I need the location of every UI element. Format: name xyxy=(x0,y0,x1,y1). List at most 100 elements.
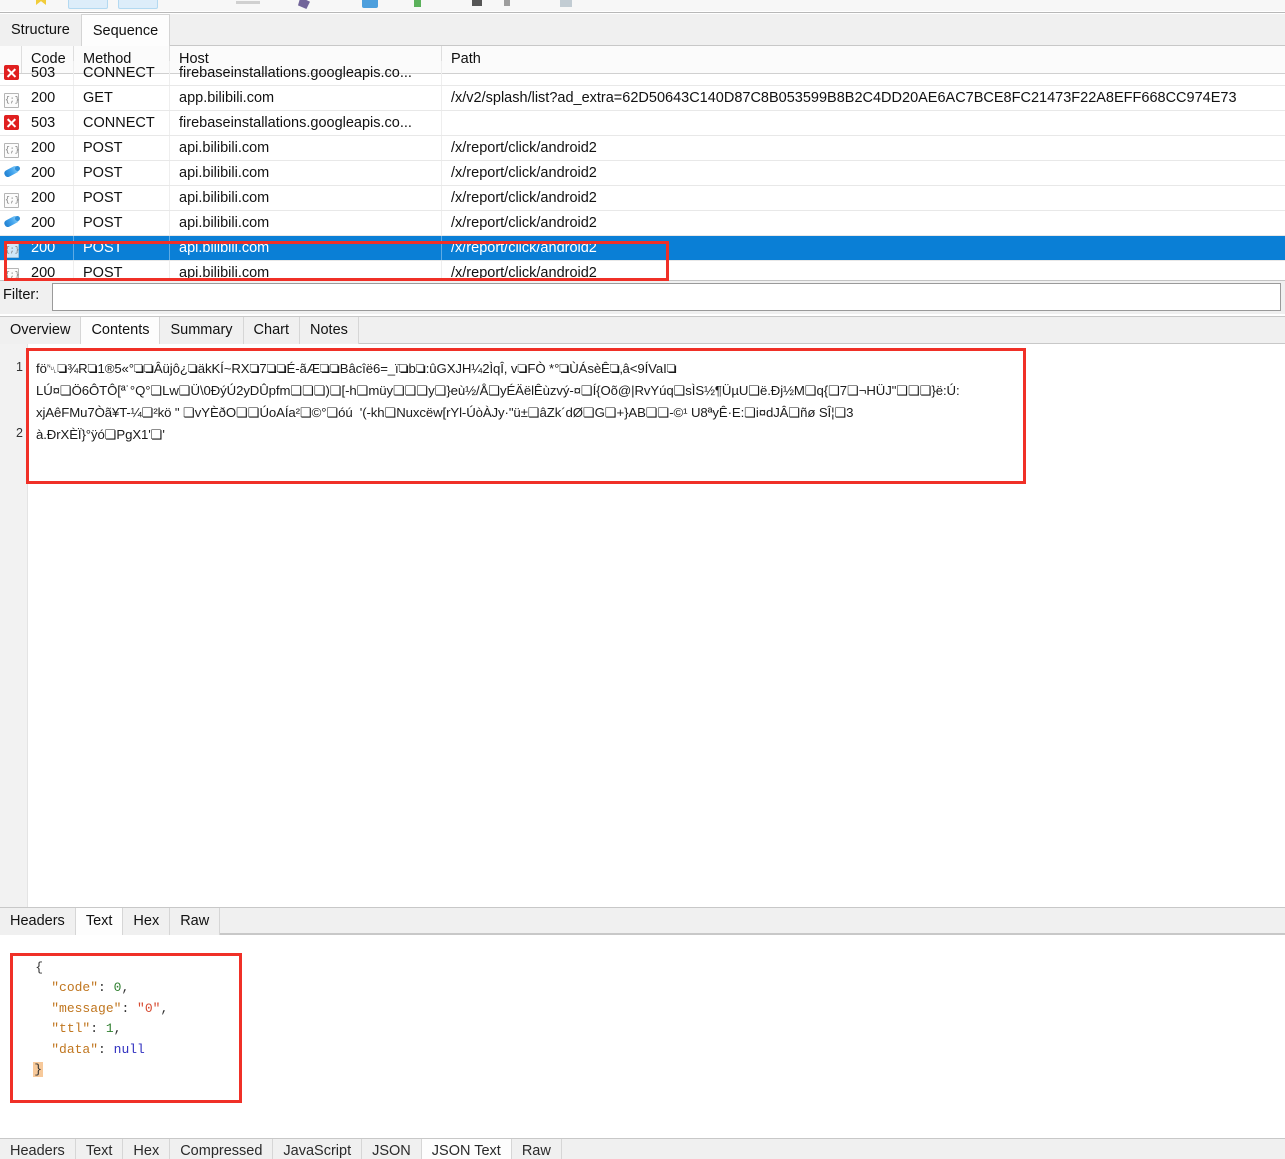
table-row[interactable]: {;} 200 POST api.bilibili.com /x/report/… xyxy=(0,136,1285,161)
table-row[interactable]: 200 POST api.bilibili.com /x/report/clic… xyxy=(0,211,1285,236)
tab-structure[interactable]: Structure xyxy=(0,14,82,46)
main-toolbar[interactable] xyxy=(0,0,1285,13)
row-host: api.bilibili.com xyxy=(170,211,442,235)
request-body-viewer[interactable]: 1 2 fö␀❏¾R❏1®5«°❏❏Âüjô¿❏äkKÍ~RX❏7❏❏É-ãÆ❏… xyxy=(0,344,1285,907)
request-detail-tabs[interactable]: Overview Contents Summary Chart Notes xyxy=(0,316,1285,344)
json-comma: , xyxy=(121,980,130,995)
json-comma: , xyxy=(160,1000,169,1016)
tab-bottom-json[interactable]: JSON xyxy=(362,1139,422,1159)
row-status-icon: {;} xyxy=(0,86,22,110)
line-number-gutter: 1 2 xyxy=(0,344,28,907)
row-host: api.bilibili.com xyxy=(170,186,442,210)
json-entry-line: "message": "0", xyxy=(0,978,1285,1016)
settings-icon[interactable] xyxy=(298,0,310,9)
error-icon xyxy=(4,115,19,130)
response-body-viewer[interactable]: { "code": 0, "message": "0", "ttl": 1, "… xyxy=(0,937,1285,1133)
row-status-icon xyxy=(0,111,22,135)
table-row-selected[interactable]: {;} 200 POST api.bilibili.com /x/report/… xyxy=(0,236,1285,261)
row-host: app.bilibili.com xyxy=(170,86,442,110)
tab-response-raw[interactable]: Raw xyxy=(170,908,221,935)
table-row[interactable]: {;} 200 POST api.bilibili.com /x/report/… xyxy=(0,186,1285,211)
row-host: firebaseinstallations.googleapis.co... xyxy=(170,111,442,135)
table-row[interactable]: {;} 200 POST api.bilibili.com /x/report/… xyxy=(0,261,1285,278)
row-host: firebaseinstallations.googleapis.co... xyxy=(170,61,442,85)
row-method: CONNECT xyxy=(74,61,170,85)
tab-notes[interactable]: Notes xyxy=(300,317,359,344)
tab-bottom-hex[interactable]: Hex xyxy=(123,1139,171,1159)
row-code: 200 xyxy=(22,186,74,210)
json-icon: {;} xyxy=(4,243,19,258)
row-method: POST xyxy=(74,186,170,210)
binary-line: LÚ¤❏Ö6ÔTÔ[ª˙°Q°❏Lw❏Ü\0ÐýÚ2yDÛpfm❏❏❏)❏[-h… xyxy=(36,383,960,398)
json-icon: {;} xyxy=(4,143,19,158)
row-method: CONNECT xyxy=(74,111,170,135)
tab-bottom-javascript[interactable]: JavaScript xyxy=(273,1139,363,1159)
json-colon: : xyxy=(98,980,114,995)
row-status-icon xyxy=(0,161,22,185)
json-colon: : xyxy=(98,1041,114,1057)
row-code: 503 xyxy=(22,61,74,85)
tab-overview[interactable]: Overview xyxy=(0,317,82,344)
line-number: 1 xyxy=(16,360,23,374)
tab-sequence[interactable]: Sequence xyxy=(81,14,171,46)
table-row[interactable]: {;} 200 GET app.bilibili.com /x/v2/splas… xyxy=(0,86,1285,111)
breakpoint-icon[interactable] xyxy=(504,0,510,6)
row-method: GET xyxy=(74,86,170,110)
binary-text-block[interactable]: fö␀❏¾R❏1®5«°❏❏Âüjô¿❏äkKÍ~RX❏7❏❏É-ãÆ❏❏Bâc… xyxy=(36,358,1285,446)
table-row[interactable]: 503 CONNECT firebaseinstallations.google… xyxy=(0,111,1285,136)
row-code: 200 xyxy=(22,261,74,278)
table-body[interactable]: 503 CONNECT firebaseinstallations.google… xyxy=(0,61,1285,278)
map-icon[interactable] xyxy=(560,0,572,7)
json-close-brace: } xyxy=(33,1062,44,1077)
clear-icon[interactable] xyxy=(472,0,482,6)
tab-response-hex[interactable]: Hex xyxy=(123,908,171,935)
row-path: /x/report/click/android2 xyxy=(451,165,597,181)
row-path: /x/v2/splash/list?ad_extra=62D50643C140D… xyxy=(451,90,1237,106)
row-method: POST xyxy=(74,261,170,278)
tab-bottom-raw[interactable]: Raw xyxy=(511,1139,562,1159)
json-icon: {;} xyxy=(4,268,19,278)
pen-icon xyxy=(4,215,19,230)
row-path: /x/report/click/android2 xyxy=(451,140,597,156)
json-icon: {;} xyxy=(4,93,19,108)
bookmark-icon[interactable] xyxy=(36,0,46,5)
response-viewer-tabs[interactable]: Headers Text Hex Compressed JavaScript JSON JS… xyxy=(0,1138,1285,1159)
table-row[interactable]: 200 POST api.bilibili.com /x/report/clic… xyxy=(0,161,1285,186)
session-view-tabs[interactable]: Structure Sequence xyxy=(0,14,1285,46)
row-method: POST xyxy=(74,211,170,235)
row-path: /x/report/click/android2 xyxy=(451,240,597,256)
row-code: 200 xyxy=(22,86,74,110)
tool-button-2[interactable] xyxy=(118,0,158,9)
tab-contents[interactable]: Contents xyxy=(81,317,161,344)
tab-chart[interactable]: Chart xyxy=(243,317,300,344)
tab-bottom-text[interactable]: Text xyxy=(75,1139,124,1159)
row-code: 200 xyxy=(22,236,74,260)
tab-summary[interactable]: Summary xyxy=(160,317,244,344)
throttle-icon[interactable] xyxy=(362,0,378,8)
record-icon[interactable] xyxy=(414,0,421,7)
line-number: 2 xyxy=(16,426,23,440)
row-host: api.bilibili.com xyxy=(170,236,442,260)
row-method: POST xyxy=(74,236,170,260)
row-status-icon: {;} xyxy=(0,261,22,278)
row-status-icon xyxy=(0,211,22,235)
json-colon: : xyxy=(121,1000,138,1016)
response-format-tabs[interactable]: Headers Text Hex Raw xyxy=(0,907,1285,935)
row-status-icon: {;} xyxy=(0,136,22,160)
row-host: api.bilibili.com xyxy=(170,161,442,185)
table-row[interactable]: 503 CONNECT firebaseinstallations.google… xyxy=(0,61,1285,86)
tab-response-headers[interactable]: Headers xyxy=(0,908,76,935)
request-table[interactable]: Code Method Host Path 503 CONNECT fireba… xyxy=(0,46,1285,278)
tab-bottom-json-text[interactable]: JSON Text xyxy=(421,1139,512,1159)
tab-response-text[interactable]: Text xyxy=(75,908,124,935)
tab-bottom-compressed[interactable]: Compressed xyxy=(170,1139,274,1159)
json-comma: , xyxy=(113,1021,122,1036)
filter-input[interactable] xyxy=(52,283,1281,311)
json-key: "message" xyxy=(51,1000,122,1016)
json-value: 1 xyxy=(105,1021,114,1036)
row-path xyxy=(442,61,1285,85)
tab-bottom-headers[interactable]: Headers xyxy=(0,1139,76,1159)
tool-button-1[interactable] xyxy=(68,0,108,9)
filter-bar[interactable]: Filter: xyxy=(0,280,1285,314)
binary-line: fö␀❏¾R❏1®5«°❏❏Âüjô¿❏äkKÍ~RX❏7❏❏É-ãÆ❏❏Bâc… xyxy=(36,361,677,376)
